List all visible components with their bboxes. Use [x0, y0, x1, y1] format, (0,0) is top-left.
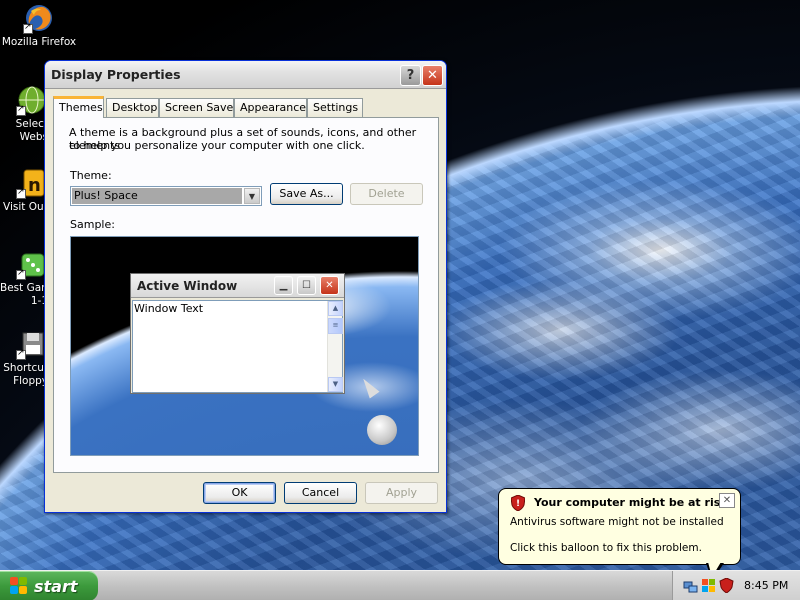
desktop-icon-label: Mozilla Firefox: [1, 36, 77, 48]
theme-dropdown-value: Plus! Space: [72, 188, 242, 204]
sample-preview: Active Window ▁ ☐ ✕ Window Text ▲ ≡ ▼: [70, 236, 419, 456]
theme-description-line2: to help you personalize your computer wi…: [69, 139, 365, 152]
desktop-icon-visit-our[interactable]: n Visit Our: [0, 167, 48, 214]
taskbar: start 8:45 PM: [0, 570, 800, 600]
network-icon[interactable]: [683, 578, 698, 593]
sample-title-bar: Active Window ▁ ☐ ✕: [131, 274, 344, 298]
theme-label: Theme:: [70, 169, 112, 182]
tab-screen-saver[interactable]: Screen Saver: [159, 98, 238, 117]
clock[interactable]: 8:45 PM: [744, 579, 788, 592]
start-button[interactable]: start: [0, 571, 98, 600]
save-as-button[interactable]: Save As...: [270, 183, 343, 205]
desktop-icon-label: Select: [15, 118, 48, 130]
maximize-icon: ☐: [297, 276, 316, 295]
shield-warning-icon[interactable]: [719, 577, 734, 594]
theme-dropdown[interactable]: Plus! Space ▼: [70, 186, 262, 206]
balloon-close-button[interactable]: ✕: [719, 493, 735, 508]
tab-settings[interactable]: Settings: [307, 98, 363, 117]
close-icon: ✕: [320, 276, 339, 295]
balloon-message: Antivirus software might not be installe…: [510, 516, 724, 528]
security-balloon[interactable]: ! Your computer might be at risk ✕ Antiv…: [498, 488, 741, 565]
tab-appearance[interactable]: Appearance: [234, 98, 307, 117]
desktop-icon-label-line2: 1-1: [30, 295, 48, 307]
sample-active-window: Active Window ▁ ☐ ✕ Window Text ▲ ≡ ▼: [130, 273, 345, 394]
question-icon: ?: [406, 68, 415, 83]
sample-window-text: Window Text: [134, 302, 204, 315]
sample-window-body: Window Text ▲ ≡ ▼: [132, 300, 343, 393]
sample-scrollbar: ▲ ≡ ▼: [327, 301, 343, 392]
desktop-icon-label-line2: Webs: [19, 131, 48, 143]
shuttle-icon: [358, 375, 379, 398]
scroll-thumb: ≡: [328, 318, 343, 334]
close-icon: ✕: [722, 495, 732, 506]
firefox-icon: [23, 2, 55, 34]
help-button[interactable]: ?: [400, 65, 421, 86]
desktop-icon-label-line2: Floppy: [13, 375, 48, 387]
sample-window-title: Active Window: [137, 279, 238, 293]
svg-text:!: !: [516, 499, 520, 509]
balloon-title: Your computer might be at risk: [534, 496, 728, 509]
desktop-icon-firefox[interactable]: Mozilla Firefox: [0, 2, 78, 49]
ok-button[interactable]: OK: [203, 482, 276, 504]
window-title: Display Properties: [51, 67, 181, 82]
delete-button[interactable]: Delete: [350, 183, 423, 205]
desktop-icon-label: Visit Our: [3, 201, 48, 213]
shield-warning-icon: !: [510, 494, 526, 512]
tab-desktop[interactable]: Desktop: [106, 98, 159, 117]
balloon-action-text: Click this balloon to fix this problem.: [510, 542, 702, 554]
cancel-button[interactable]: Cancel: [284, 482, 357, 504]
svg-text:n: n: [28, 175, 41, 196]
themes-panel: A theme is a background plus a set of so…: [53, 117, 439, 473]
sample-label: Sample:: [70, 218, 115, 231]
start-label: start: [34, 576, 78, 596]
scroll-down-icon: ▼: [328, 377, 343, 392]
desktop-icon-label: Best Gam: [0, 282, 52, 294]
security-center-icon[interactable]: [701, 578, 716, 593]
minimize-icon: ▁: [274, 276, 293, 295]
moon-icon: [367, 415, 397, 445]
system-tray: 8:45 PM: [672, 571, 800, 600]
desktop-icon-best-games[interactable]: Best Gam 1-1: [0, 248, 52, 308]
windows-logo-icon: [10, 577, 28, 595]
desktop-icon-floppy[interactable]: Shortcut Floppy: [0, 328, 48, 388]
desktop-icon-select-webs[interactable]: Select Webs: [0, 84, 48, 144]
title-bar[interactable]: Display Properties ? ✕: [45, 61, 446, 89]
chevron-down-icon[interactable]: ▼: [244, 188, 260, 204]
tab-themes[interactable]: Themes: [53, 96, 104, 118]
display-properties-window: Display Properties ? ✕ Themes Desktop Sc…: [44, 60, 447, 513]
desktop-icon-label: Shortcut: [3, 362, 48, 374]
apply-button[interactable]: Apply: [365, 482, 438, 504]
close-button[interactable]: ✕: [422, 65, 443, 86]
scroll-up-icon: ▲: [328, 301, 343, 316]
close-icon: ✕: [427, 68, 438, 83]
